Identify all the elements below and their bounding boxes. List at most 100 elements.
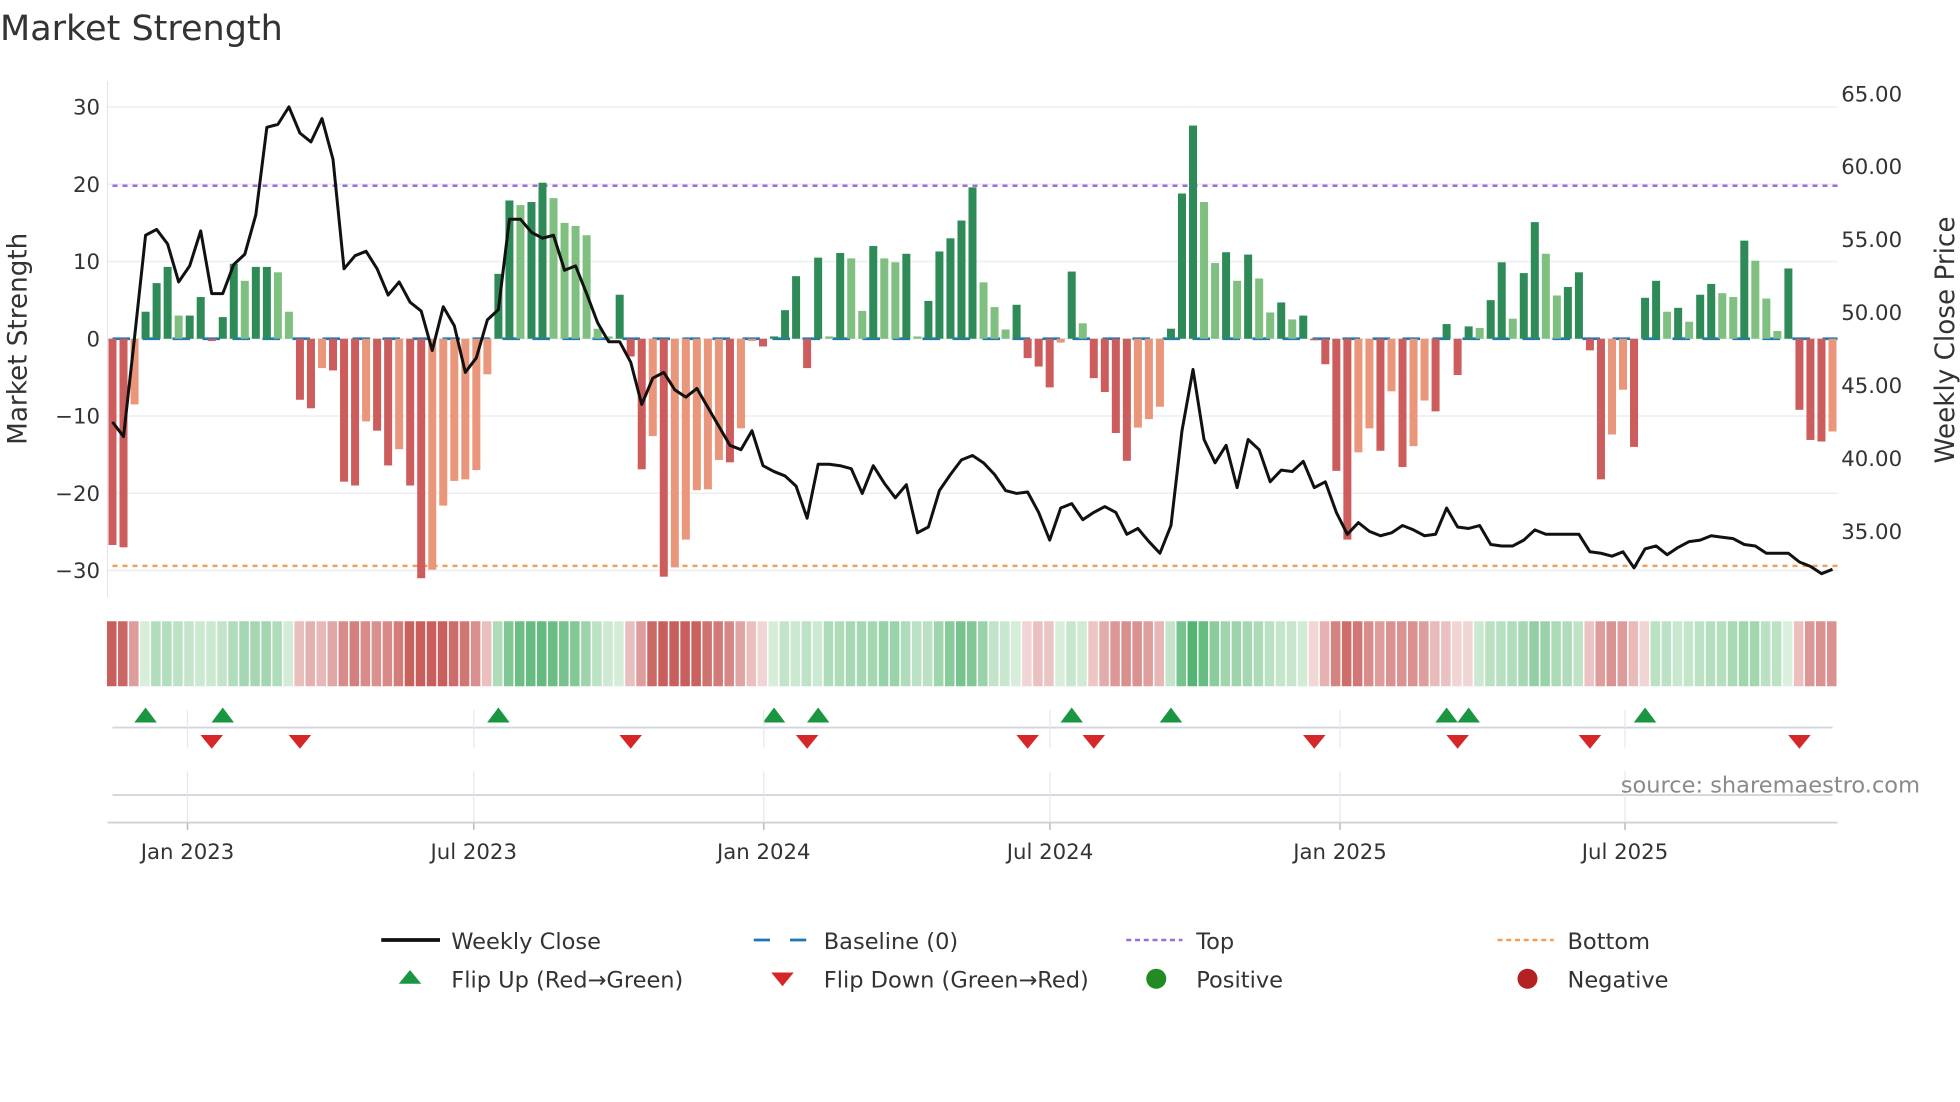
strength-bar [747, 338, 756, 342]
strength-bar [1453, 338, 1462, 376]
legend-label: Flip Up (Red→Green) [451, 968, 683, 994]
strength-bar [196, 297, 205, 339]
flip-up-marker [1633, 707, 1657, 723]
heat-cell [1650, 621, 1661, 687]
strength-bar [1266, 312, 1275, 339]
strength-bar [902, 253, 911, 339]
strength-bar [869, 246, 878, 339]
legend-item: Flip Down (Green→Red) [771, 968, 1089, 994]
heat-cell [1022, 621, 1032, 687]
heat-cell [195, 621, 205, 687]
heat-cell [1231, 621, 1242, 687]
heat-cell [1033, 621, 1043, 687]
strength-bar [362, 338, 371, 422]
weekly-close-path [111, 105, 1834, 576]
flip-up-marker [1435, 707, 1458, 723]
heat-cell [911, 621, 922, 687]
triangle-down-icon [771, 972, 794, 987]
heat-cell [757, 621, 768, 687]
heat-cell [1099, 621, 1109, 687]
heat-cell [1275, 621, 1286, 687]
strength-bar [1442, 324, 1451, 339]
heat-cell [1496, 621, 1506, 687]
heat-cell [1319, 621, 1330, 687]
heat-cell [1540, 621, 1550, 687]
heat-cell [1165, 621, 1175, 687]
strength-bar [1023, 338, 1032, 359]
strength-bar [1486, 300, 1495, 339]
heat-cell [151, 621, 161, 687]
heat-cell [1441, 621, 1451, 687]
x-tick-label: Jan 2024 [715, 840, 811, 865]
strength-bar [1376, 338, 1385, 451]
strength-bar [1012, 304, 1021, 339]
heat-cell [514, 621, 525, 687]
heat-cell [1341, 621, 1352, 687]
flip-up-marker [134, 707, 157, 723]
strength-bar [1277, 302, 1286, 339]
heat-cell [503, 621, 514, 687]
heat-cell [680, 621, 690, 687]
strength-bar [1166, 328, 1175, 339]
x-tick-label: Jan 2025 [1291, 840, 1387, 865]
heat-cell [1066, 621, 1076, 687]
strength-bar [1354, 338, 1363, 453]
y-axis-label: Market Strength [3, 233, 33, 445]
strength-bar [1144, 338, 1153, 420]
strength-bar [1431, 338, 1440, 412]
legend-item: Positive [1146, 968, 1283, 994]
heat-cell [481, 621, 492, 687]
heat-cell [1286, 621, 1297, 687]
y2-tick-label: 45.00 [1841, 374, 1902, 399]
strength-bar [946, 238, 955, 339]
strength-bar [1409, 338, 1418, 447]
strength-bar [1321, 338, 1330, 365]
legend: Weekly Close Baseline (0) Top Bottom Flip Up… [381, 929, 1668, 994]
strength-bar [759, 338, 768, 347]
heat-cell [779, 621, 790, 687]
heat-cell [1793, 621, 1804, 687]
heat-cell [459, 621, 470, 687]
circle-icon [1146, 968, 1167, 989]
strength-bar [1585, 338, 1594, 351]
strength-bar [1475, 327, 1484, 339]
heat-cell [1606, 621, 1617, 687]
heat-cell [944, 621, 955, 687]
heat-cell [1308, 621, 1319, 687]
strength-bar [428, 338, 437, 570]
heat-cell [261, 621, 271, 687]
strength-bar [284, 311, 293, 339]
heat-cell [1242, 621, 1253, 687]
strength-bar [1630, 338, 1639, 447]
strength-bar [792, 276, 801, 339]
strength-bar [781, 310, 790, 339]
strength-bar [1089, 338, 1098, 379]
strength-bar [957, 220, 966, 339]
strength-bar [1034, 338, 1043, 367]
heat-cell [1187, 621, 1198, 687]
heat-cell [967, 621, 977, 687]
strength-bar [1398, 338, 1407, 467]
heat-cell [1771, 621, 1782, 687]
heat-cell [1749, 621, 1760, 687]
heat-cell [702, 621, 712, 687]
heat-cell [448, 621, 459, 687]
heat-cell [1782, 621, 1793, 687]
strength-bar [615, 294, 624, 339]
heat-cell [129, 621, 139, 687]
flip-down-marker [619, 735, 642, 749]
strength-bar [185, 315, 194, 339]
heat-cell [1253, 621, 1264, 687]
strength-bar [935, 251, 944, 339]
strength-bar [1122, 338, 1131, 461]
strength-bar [1596, 338, 1605, 480]
heat-cell [1716, 621, 1727, 687]
legend-label: Baseline (0) [824, 929, 958, 955]
heat-cell [1121, 621, 1131, 687]
heat-cell [922, 621, 933, 687]
strength-bar [340, 338, 349, 482]
heat-cell [1584, 621, 1594, 687]
strength-bar [1001, 329, 1010, 339]
strength-bar [1387, 338, 1396, 392]
heat-cell [1452, 621, 1462, 687]
